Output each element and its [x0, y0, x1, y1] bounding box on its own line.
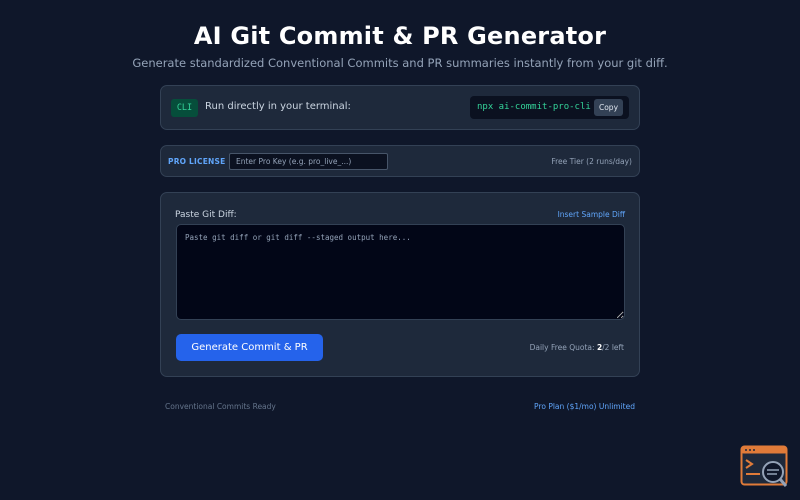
- cli-command: npx ai-commit-pro-cli: [477, 102, 591, 112]
- footer-pro-plan-link[interactable]: Pro Plan ($1/mo) Unlimited: [534, 402, 635, 411]
- footer-conventional-commits: Conventional Commits Ready: [165, 402, 276, 411]
- quota-status: Daily Free Quota: 2/2 left: [530, 343, 624, 352]
- cli-card: CLI Run directly in your terminal: npx a…: [160, 85, 640, 130]
- cli-badge: CLI: [171, 99, 198, 117]
- diff-textarea[interactable]: [176, 224, 625, 320]
- pro-key-input[interactable]: [229, 153, 388, 170]
- tier-status: Free Tier (2 runs/day): [551, 157, 632, 166]
- copy-button[interactable]: Copy: [594, 99, 623, 116]
- license-card: PRO LICENSE Free Tier (2 runs/day): [160, 145, 640, 177]
- page-subtitle: Generate standardized Conventional Commi…: [132, 56, 668, 70]
- generate-button[interactable]: Generate Commit & PR: [176, 334, 323, 361]
- terminal-window-magnifier-icon[interactable]: [740, 445, 792, 490]
- cli-command-box: npx ai-commit-pro-cli Copy: [470, 96, 629, 119]
- diff-label: Paste Git Diff:: [175, 210, 237, 220]
- quota-prefix: Daily Free Quota:: [529, 343, 597, 352]
- cli-description: Run directly in your terminal:: [205, 101, 351, 112]
- page-title: AI Git Commit & PR Generator: [193, 22, 607, 50]
- quota-suffix: /2 left: [602, 343, 624, 352]
- diff-card: Paste Git Diff: Insert Sample Diff Gener…: [160, 192, 640, 377]
- license-label: PRO LICENSE: [168, 157, 226, 166]
- insert-sample-diff-link[interactable]: Insert Sample Diff: [558, 210, 625, 219]
